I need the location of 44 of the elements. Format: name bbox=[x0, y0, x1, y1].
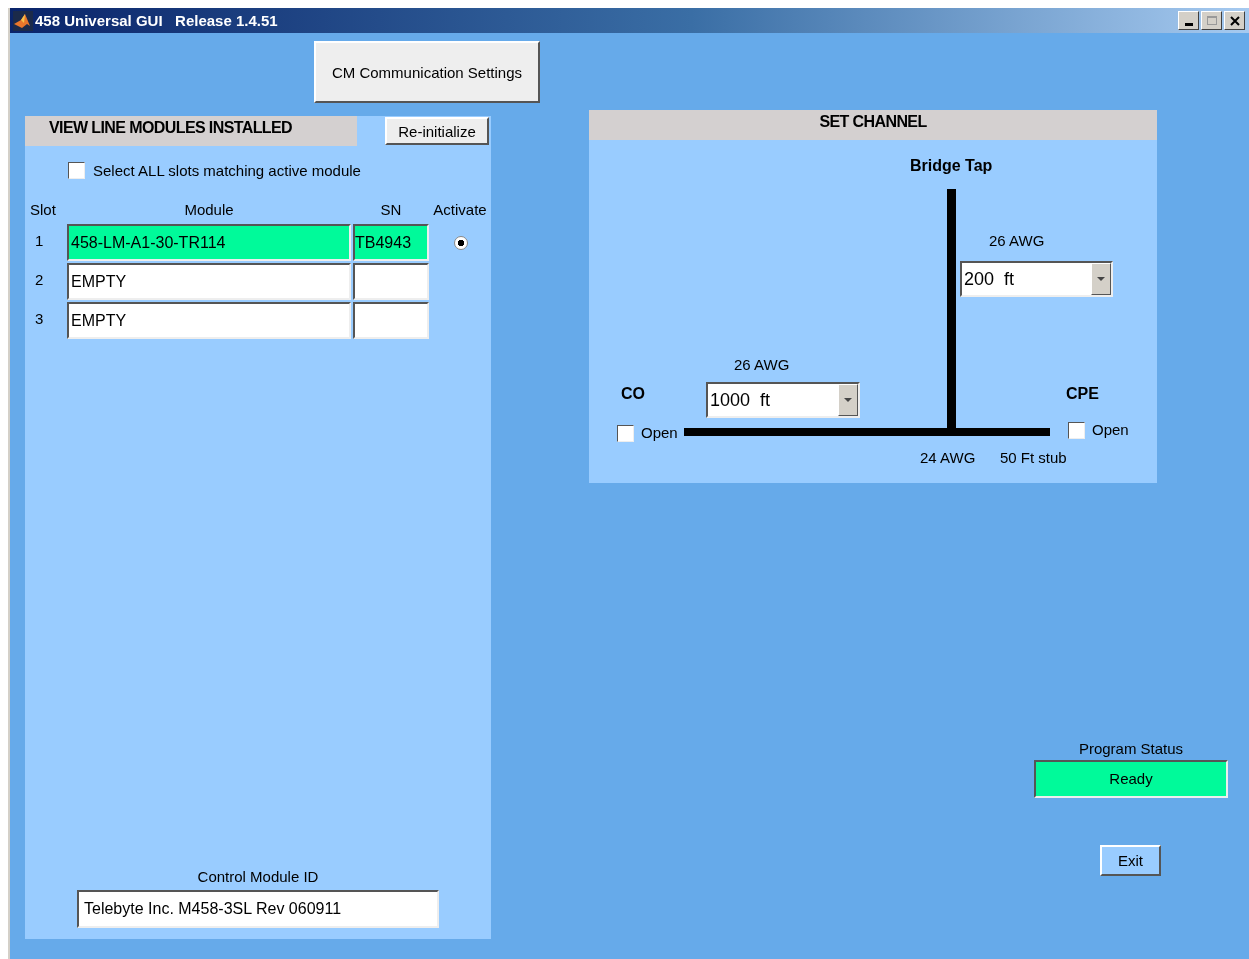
app-logo-icon bbox=[13, 10, 33, 31]
length-dropdown[interactable]: 200 ft bbox=[960, 261, 1113, 297]
column-header: SN bbox=[379, 200, 403, 220]
slot-number: 1 bbox=[34, 231, 45, 251]
module-field[interactable]: EMPTY bbox=[67, 302, 351, 339]
gauge-label: 26 AWG bbox=[989, 232, 1045, 249]
endpoint-label: CO bbox=[621, 385, 645, 403]
checkbox-label: Select ALL slots matching active module bbox=[93, 162, 361, 179]
stub-label: 50 Ft stub bbox=[1000, 449, 1067, 466]
control-module-field[interactable]: Telebyte Inc. M458-3SL Rev 060911 bbox=[77, 890, 439, 928]
endpoint-label: CPE bbox=[1066, 385, 1099, 403]
status-label: Program Status bbox=[1078, 740, 1184, 757]
gauge-label: 24 AWG bbox=[920, 449, 976, 466]
length-dropdown[interactable]: 1000 ft bbox=[706, 382, 860, 418]
reinitialize-button[interactable]: Re-initialize bbox=[385, 117, 489, 145]
serial-field[interactable] bbox=[353, 302, 429, 339]
checkbox[interactable] bbox=[617, 425, 634, 442]
checkbox[interactable] bbox=[68, 162, 85, 179]
minimize-button[interactable] bbox=[1178, 11, 1199, 30]
settings-button[interactable]: CM Communication Settings bbox=[314, 41, 540, 103]
checkbox-label: Open bbox=[1092, 421, 1129, 438]
status-field: Ready bbox=[1034, 760, 1228, 798]
radio-button[interactable] bbox=[454, 235, 468, 250]
close-icon bbox=[1229, 15, 1240, 26]
module-field[interactable]: EMPTY bbox=[67, 263, 351, 300]
checkbox-label: Open bbox=[641, 424, 678, 441]
close-button[interactable] bbox=[1224, 11, 1245, 30]
slot-number: 3 bbox=[34, 309, 45, 329]
panel-title: SET CHANNEL bbox=[589, 110, 1157, 140]
checkbox[interactable] bbox=[1068, 422, 1085, 439]
serial-field[interactable] bbox=[353, 263, 429, 300]
serial-field[interactable]: TB4943 bbox=[353, 224, 429, 261]
gauge-label: 26 AWG bbox=[734, 356, 790, 373]
slot-number: 2 bbox=[34, 270, 45, 290]
field-label: Control Module ID bbox=[197, 868, 319, 885]
column-header: Slot bbox=[29, 200, 57, 220]
column-header: Module bbox=[183, 200, 235, 220]
column-header: Activate bbox=[432, 200, 488, 220]
diagram-label: Bridge Tap bbox=[910, 157, 993, 175]
panel-title: VIEW LINE MODULES INSTALLED bbox=[25, 116, 357, 146]
maximize-button[interactable] bbox=[1201, 11, 1222, 30]
window-title: 458 Universal GUI Release 1.4.51 bbox=[35, 12, 278, 29]
exit-button[interactable]: Exit bbox=[1100, 845, 1161, 876]
module-field[interactable]: 458-LM-A1-30-TR114 bbox=[67, 224, 351, 261]
